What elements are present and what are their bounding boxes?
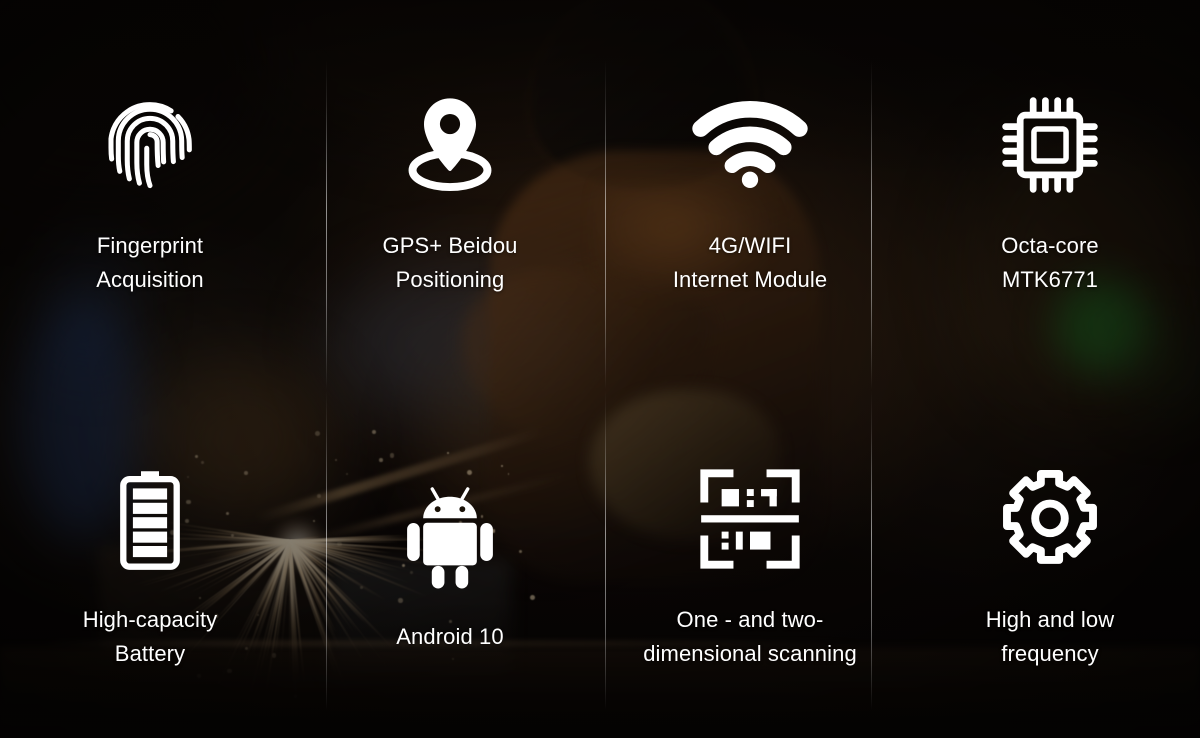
feature-item-android[interactable]: Android 10 bbox=[300, 369, 600, 738]
feature-grid: Fingerprint Acquisition GPS+ Beidou Posi… bbox=[0, 0, 1200, 738]
feature-label: Octa-core MTK6771 bbox=[1001, 232, 1099, 292]
feature-label: Android 10 bbox=[396, 623, 504, 649]
battery-icon bbox=[115, 463, 185, 575]
feature-label: GPS+ Beidou Positioning bbox=[382, 232, 518, 292]
feature-label: Fingerprint Acquisition bbox=[96, 232, 204, 292]
cpu-chip-icon bbox=[998, 89, 1102, 201]
feature-item-scanner[interactable]: One - and two- dimensional scanning bbox=[600, 369, 900, 738]
location-pin-icon bbox=[396, 89, 504, 201]
feature-label: High-capacity Battery bbox=[82, 606, 218, 666]
android-robot-icon bbox=[400, 480, 500, 592]
feature-item-fingerprint[interactable]: Fingerprint Acquisition bbox=[0, 0, 300, 369]
feature-banner: Fingerprint Acquisition GPS+ Beidou Posi… bbox=[0, 0, 1200, 738]
feature-item-wifi[interactable]: 4G/WIFI Internet Module bbox=[600, 0, 900, 369]
feature-item-battery[interactable]: High-capacity Battery bbox=[0, 369, 300, 738]
feature-item-cpu[interactable]: Octa-core MTK6771 bbox=[900, 0, 1200, 369]
feature-item-frequency[interactable]: High and low frequency bbox=[900, 369, 1200, 738]
wifi-icon bbox=[692, 89, 808, 201]
feature-label: High and low frequency bbox=[985, 606, 1115, 666]
fingerprint-icon bbox=[98, 89, 202, 201]
feature-label: One - and two- dimensional scanning bbox=[643, 606, 857, 666]
feature-label: 4G/WIFI Internet Module bbox=[672, 232, 828, 292]
gear-icon bbox=[998, 463, 1102, 575]
feature-item-gps[interactable]: GPS+ Beidou Positioning bbox=[300, 0, 600, 369]
qr-scanner-icon bbox=[698, 463, 802, 575]
